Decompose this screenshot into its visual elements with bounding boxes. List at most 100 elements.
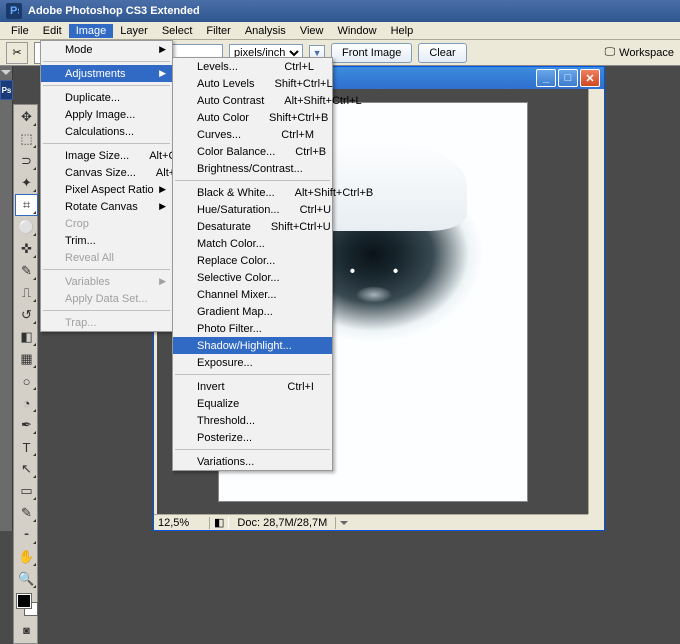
adj-channelmixer[interactable]: Channel Mixer... xyxy=(173,286,332,303)
minimize-button[interactable]: _ xyxy=(536,69,556,87)
menuitem-label: Pixel Aspect Ratio xyxy=(65,184,154,196)
adj-curves[interactable]: Curves...Ctrl+M xyxy=(173,126,332,143)
tool-move[interactable]: ✥ xyxy=(15,106,38,128)
image-calculations[interactable]: Calculations... xyxy=(41,123,172,140)
tool-notes[interactable]: ✎ xyxy=(15,502,38,524)
tool-gradient[interactable]: ▦ xyxy=(15,348,38,370)
menuitem-label: Trim... xyxy=(65,235,96,247)
tool-lasso[interactable]: ⊃ xyxy=(15,150,38,172)
clear-button[interactable]: Clear xyxy=(418,43,466,63)
adj-sep xyxy=(175,180,330,181)
tool-pen[interactable]: ✒ xyxy=(15,414,38,436)
image-applyimage[interactable]: Apply Image... xyxy=(41,106,172,123)
adj-replacecolor[interactable]: Replace Color... xyxy=(173,252,332,269)
image-rotatecanvas[interactable]: Rotate Canvas▶ xyxy=(41,198,172,215)
menuitem-label: Exposure... xyxy=(197,357,253,369)
adj-photofilter[interactable]: Photo Filter... xyxy=(173,320,332,337)
adj-gradientmap[interactable]: Gradient Map... xyxy=(173,303,332,320)
menu-select[interactable]: Select xyxy=(155,24,200,38)
adj-colorbalance[interactable]: Color Balance...Ctrl+B xyxy=(173,143,332,160)
menu-image[interactable]: Image xyxy=(69,24,114,38)
tool-slice[interactable]: ⚪ xyxy=(15,216,38,238)
image-trim[interactable]: Trim... xyxy=(41,232,172,249)
screen-icon[interactable]: 🖵 xyxy=(605,46,616,59)
image-revealall: Reveal All xyxy=(41,249,172,266)
adj-autocontrast[interactable]: Auto ContrastAlt+Shift+Ctrl+L xyxy=(173,92,332,109)
image-imagesize[interactable]: Image Size...Alt+Ctrl+I xyxy=(41,147,172,164)
menu-layer[interactable]: Layer xyxy=(113,24,155,38)
adj-levels[interactable]: Levels...Ctrl+L xyxy=(173,58,332,75)
menu-file[interactable]: File xyxy=(4,24,36,38)
status-menu-icon[interactable] xyxy=(340,521,348,525)
tool-brush[interactable]: ✎ xyxy=(15,260,38,282)
tool-zoom[interactable]: 🔍 xyxy=(15,568,38,590)
image-mode[interactable]: Mode▶ xyxy=(41,41,172,58)
image-sep xyxy=(43,310,170,311)
tool-eraser[interactable]: ◧ xyxy=(15,326,38,348)
menuitem-label: Black & White... xyxy=(197,187,275,199)
status-icon: ◧ xyxy=(210,516,228,529)
color-picker[interactable] xyxy=(15,592,38,620)
tool-crop[interactable]: ⌗ xyxy=(15,194,38,216)
adj-posterize[interactable]: Posterize... xyxy=(173,429,332,446)
tool-marquee[interactable]: ⬚ xyxy=(15,128,38,150)
adj-exposure[interactable]: Exposure... xyxy=(173,354,332,371)
adj-blackwhite[interactable]: Black & White...Alt+Shift+Ctrl+B xyxy=(173,184,332,201)
tool-eyedrop[interactable]: ⁃ xyxy=(15,524,38,546)
tool-path[interactable]: ↖ xyxy=(15,458,38,480)
menu-analysis[interactable]: Analysis xyxy=(238,24,293,38)
tool-spot[interactable]: ✜ xyxy=(15,238,38,260)
adj-matchcolor[interactable]: Match Color... xyxy=(173,235,332,252)
image-sep xyxy=(43,269,170,270)
adj-autocolor[interactable]: Auto ColorShift+Ctrl+B xyxy=(173,109,332,126)
tool-blur[interactable]: ○ xyxy=(15,370,38,392)
expand-dock-icon[interactable] xyxy=(1,70,11,75)
shortcut: Ctrl+I xyxy=(267,381,314,393)
image-canvassize[interactable]: Canvas Size...Alt+Ctrl+C xyxy=(41,164,172,181)
adj-threshold[interactable]: Threshold... xyxy=(173,412,332,429)
adj-brightnesscontrast[interactable]: Brightness/Contrast... xyxy=(173,160,332,177)
close-button[interactable]: ✕ xyxy=(580,69,600,87)
image-pixelaspectratio[interactable]: Pixel Aspect Ratio▶ xyxy=(41,181,172,198)
menu-filter[interactable]: Filter xyxy=(199,24,237,38)
crop-tool-icon: ✂ xyxy=(6,42,28,64)
tool-stamp[interactable]: ⎍ xyxy=(15,282,38,304)
tool-hand[interactable]: ✋ xyxy=(15,546,38,568)
image-duplicate[interactable]: Duplicate... xyxy=(41,89,172,106)
adj-selectivecolor[interactable]: Selective Color... xyxy=(173,269,332,286)
image-crop: Crop xyxy=(41,215,172,232)
adj-invert[interactable]: InvertCtrl+I xyxy=(173,378,332,395)
adj-desaturate[interactable]: DesaturateShift+Ctrl+U xyxy=(173,218,332,235)
tool-wand[interactable]: ✦ xyxy=(15,172,38,194)
tool-rect[interactable]: ▭ xyxy=(15,480,38,502)
maximize-button[interactable]: □ xyxy=(558,69,578,87)
foreground-color[interactable] xyxy=(17,594,31,608)
adj-autolevels[interactable]: Auto LevelsShift+Ctrl+L xyxy=(173,75,332,92)
adj-shadowhighlight[interactable]: Shadow/Highlight... xyxy=(173,337,332,354)
tool-history[interactable]: ↺ xyxy=(15,304,38,326)
adj-huesaturation[interactable]: Hue/Saturation...Ctrl+U xyxy=(173,201,332,218)
adjustments-submenu: Levels...Ctrl+LAuto LevelsShift+Ctrl+LAu… xyxy=(172,57,333,471)
menuitem-label: Shadow/Highlight... xyxy=(197,340,292,352)
scrollbar-vertical[interactable] xyxy=(588,89,604,514)
shortcut: Shift+Ctrl+L xyxy=(254,78,332,90)
front-image-button[interactable]: Front Image xyxy=(331,43,412,63)
menu-edit[interactable]: Edit xyxy=(36,24,69,38)
workspace-label[interactable]: Workspace xyxy=(619,47,674,59)
quick-mask[interactable]: ◙ xyxy=(15,620,38,642)
adj-equalize[interactable]: Equalize xyxy=(173,395,332,412)
menu-help[interactable]: Help xyxy=(384,24,421,38)
svg-text:Ps: Ps xyxy=(10,6,19,16)
tool-dodge[interactable]: ◔ xyxy=(15,392,38,414)
adj-variations[interactable]: Variations... xyxy=(173,453,332,470)
image-adjustments[interactable]: Adjustments▶ xyxy=(41,65,172,82)
menuitem-label: Auto Color xyxy=(197,112,249,124)
menu-view[interactable]: View xyxy=(293,24,331,38)
menuitem-label: Brightness/Contrast... xyxy=(197,163,303,175)
tool-type[interactable]: T xyxy=(15,436,38,458)
menu-window[interactable]: Window xyxy=(330,24,383,38)
shortcut: Alt+Shift+Ctrl+B xyxy=(275,187,374,199)
image-menu: Mode▶ Adjustments▶ Duplicate...Apply Image… xyxy=(40,40,173,332)
menuitem-label: Auto Levels xyxy=(197,78,254,90)
zoom-level[interactable]: 12,5% xyxy=(154,517,210,529)
